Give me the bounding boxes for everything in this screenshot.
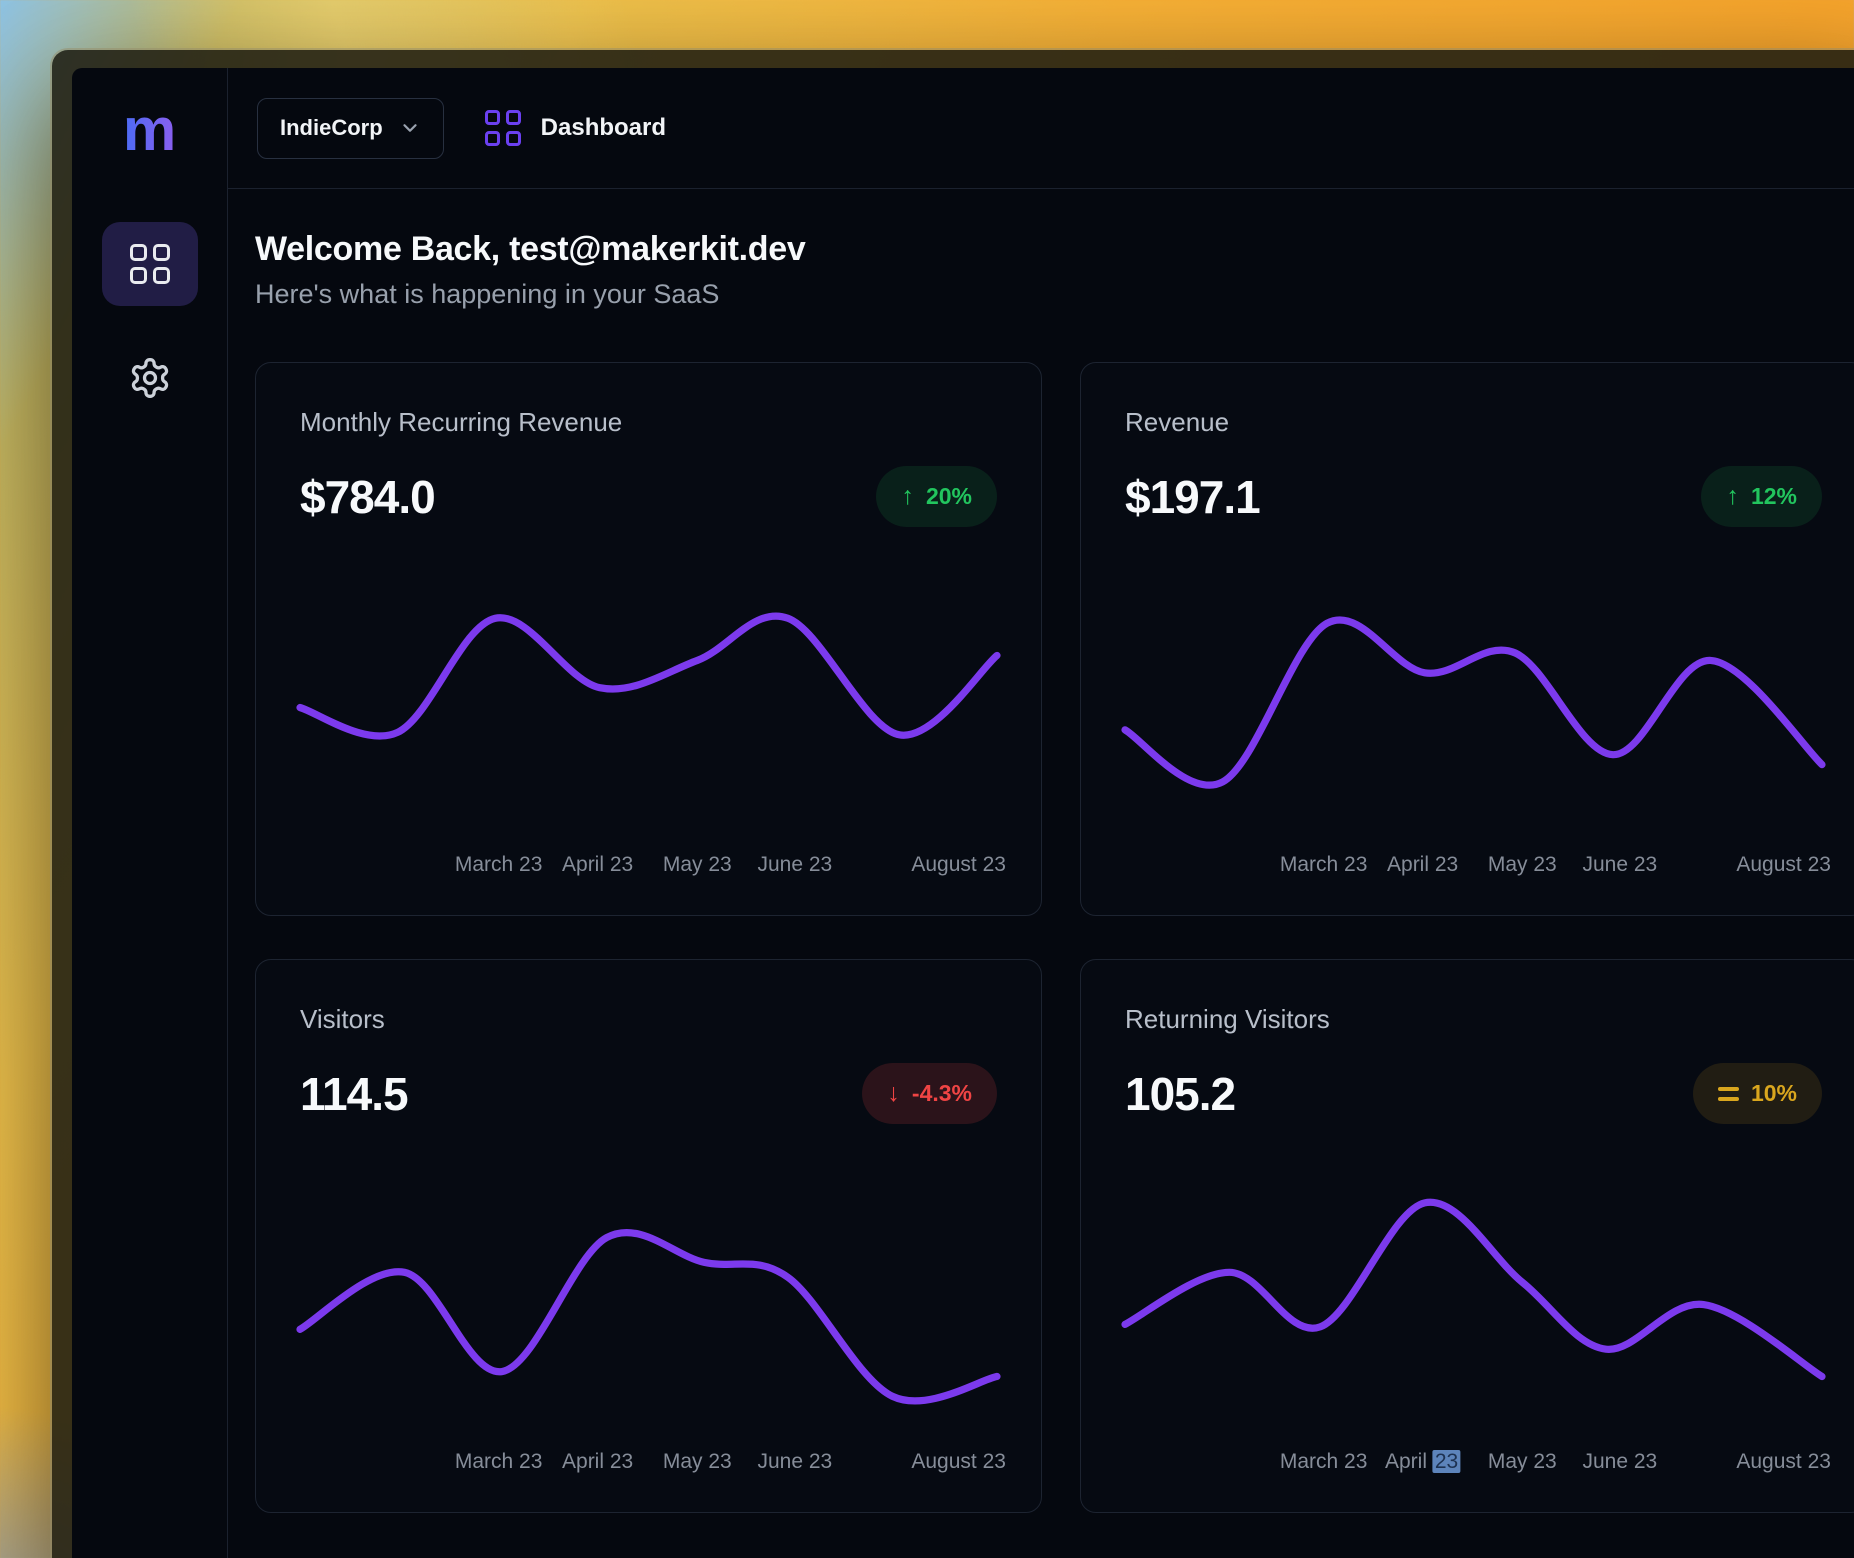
desktop-wallpaper: { "sidebar": { "logo_text": "m" }, "head… — [0, 0, 1854, 1558]
metric-title: Monthly Recurring Revenue — [300, 407, 997, 438]
x-axis: March 23April 23May 23June 23August 23 — [300, 1450, 997, 1480]
x-axis-label: March 23 — [1280, 1450, 1368, 1474]
sidebar-item-settings[interactable] — [102, 336, 198, 420]
metric-title: Revenue — [1125, 407, 1822, 438]
dashboard-content: Welcome Back, test@makerkit.dev Here's w… — [228, 189, 1854, 1553]
breadcrumb: Dashboard — [485, 110, 666, 146]
x-axis-label: April 23 — [562, 853, 633, 877]
sidebar: m — [72, 68, 228, 1558]
x-axis-label: April 23 — [562, 1450, 633, 1474]
x-axis-label: May 23 — [663, 1450, 732, 1474]
metric-value: $197.1 — [1125, 470, 1260, 524]
page-title: Dashboard — [541, 114, 666, 142]
welcome-subtitle: Here's what is happening in your SaaS — [255, 279, 1854, 310]
top-header: IndieCorp Dashboard — [228, 68, 1854, 189]
line-chart — [300, 591, 997, 839]
x-axis-label: August 23 — [1736, 853, 1831, 877]
x-axis-label: June 23 — [1582, 1450, 1657, 1474]
metric-value: 105.2 — [1125, 1067, 1235, 1121]
x-axis-label: April 23 — [1387, 853, 1458, 877]
trend-badge: ↑ 12% — [1701, 466, 1822, 527]
team-selector-button[interactable]: IndieCorp — [257, 98, 444, 159]
trend-change-value: 10% — [1751, 1080, 1797, 1107]
line-chart-svg — [300, 591, 997, 839]
trend-change-value: 12% — [1751, 483, 1797, 510]
metric-cards-grid: Monthly Recurring Revenue $784.0 ↑ 20% — [255, 362, 1854, 1553]
x-axis-label: June 23 — [757, 1450, 832, 1474]
sidebar-item-dashboard[interactable] — [102, 222, 198, 306]
x-axis-label: June 23 — [757, 853, 832, 877]
line-chart-svg — [300, 1188, 997, 1436]
x-axis-label: June 23 — [1582, 853, 1657, 877]
chart-line — [300, 616, 997, 736]
trend-badge: ↓ -4.3% — [862, 1063, 997, 1124]
line-chart — [1125, 1188, 1822, 1436]
metric-value: 114.5 — [300, 1067, 408, 1121]
metric-card-revenue: Revenue $197.1 ↑ 12% March 2 — [1080, 362, 1854, 916]
trend-flat-icon — [1718, 1087, 1739, 1101]
line-chart-svg — [1125, 1188, 1822, 1436]
chart-line — [1125, 1202, 1822, 1376]
trend-badge: 10% — [1693, 1063, 1822, 1124]
chart-line — [300, 1233, 997, 1401]
x-axis-label: March 23 — [455, 1450, 543, 1474]
dashboard-grid-icon — [485, 110, 521, 146]
chart-line — [1125, 620, 1822, 785]
trend-arrow-icon: ↓ — [887, 1081, 900, 1106]
trend-change-value: 20% — [926, 483, 972, 510]
metric-title: Returning Visitors — [1125, 1004, 1822, 1035]
metric-value: $784.0 — [300, 470, 435, 524]
metric-card-mrr: Monthly Recurring Revenue $784.0 ↑ 20% — [255, 362, 1042, 916]
welcome-heading: Welcome Back, test@makerkit.dev — [255, 230, 1854, 269]
trend-arrow-icon: ↑ — [1726, 484, 1739, 509]
x-axis: March 23April 23May 23June 23August 23 — [1125, 853, 1822, 883]
app-logo[interactable]: m — [123, 92, 176, 168]
chevron-down-icon — [399, 117, 421, 139]
x-axis-label: May 23 — [663, 853, 732, 877]
metric-title: Visitors — [300, 1004, 997, 1035]
x-axis-label: August 23 — [911, 853, 1006, 877]
dashboard-grid-icon — [130, 244, 170, 284]
trend-arrow-icon: ↑ — [901, 484, 914, 509]
line-chart — [300, 1188, 997, 1436]
x-axis-label: April 23 — [1385, 1450, 1460, 1474]
main-area: IndieCorp Dashboard Welcome Back, test@m… — [228, 68, 1854, 1558]
x-axis: March 23April 23May 23June 23August 23 — [1125, 1450, 1822, 1480]
x-axis-label: August 23 — [911, 1450, 1006, 1474]
x-axis-label: May 23 — [1488, 853, 1557, 877]
app-window: m IndieCorp — [52, 50, 1854, 1558]
selected-text-highlight: 23 — [1433, 1450, 1460, 1473]
trend-change-value: -4.3% — [912, 1080, 972, 1107]
team-selector-label: IndieCorp — [280, 115, 383, 141]
app-window-content: m IndieCorp — [72, 68, 1854, 1558]
x-axis: March 23April 23May 23June 23August 23 — [300, 853, 997, 883]
x-axis-label: May 23 — [1488, 1450, 1557, 1474]
metric-card-returning-visitors: Returning Visitors 105.2 10% — [1080, 959, 1854, 1513]
line-chart — [1125, 591, 1822, 839]
gear-icon — [128, 356, 172, 400]
trend-badge: ↑ 20% — [876, 466, 997, 527]
x-axis-label: March 23 — [1280, 853, 1368, 877]
x-axis-label: August 23 — [1736, 1450, 1831, 1474]
line-chart-svg — [1125, 591, 1822, 839]
x-axis-label: March 23 — [455, 853, 543, 877]
metric-card-visitors: Visitors 114.5 ↓ -4.3% March — [255, 959, 1042, 1513]
